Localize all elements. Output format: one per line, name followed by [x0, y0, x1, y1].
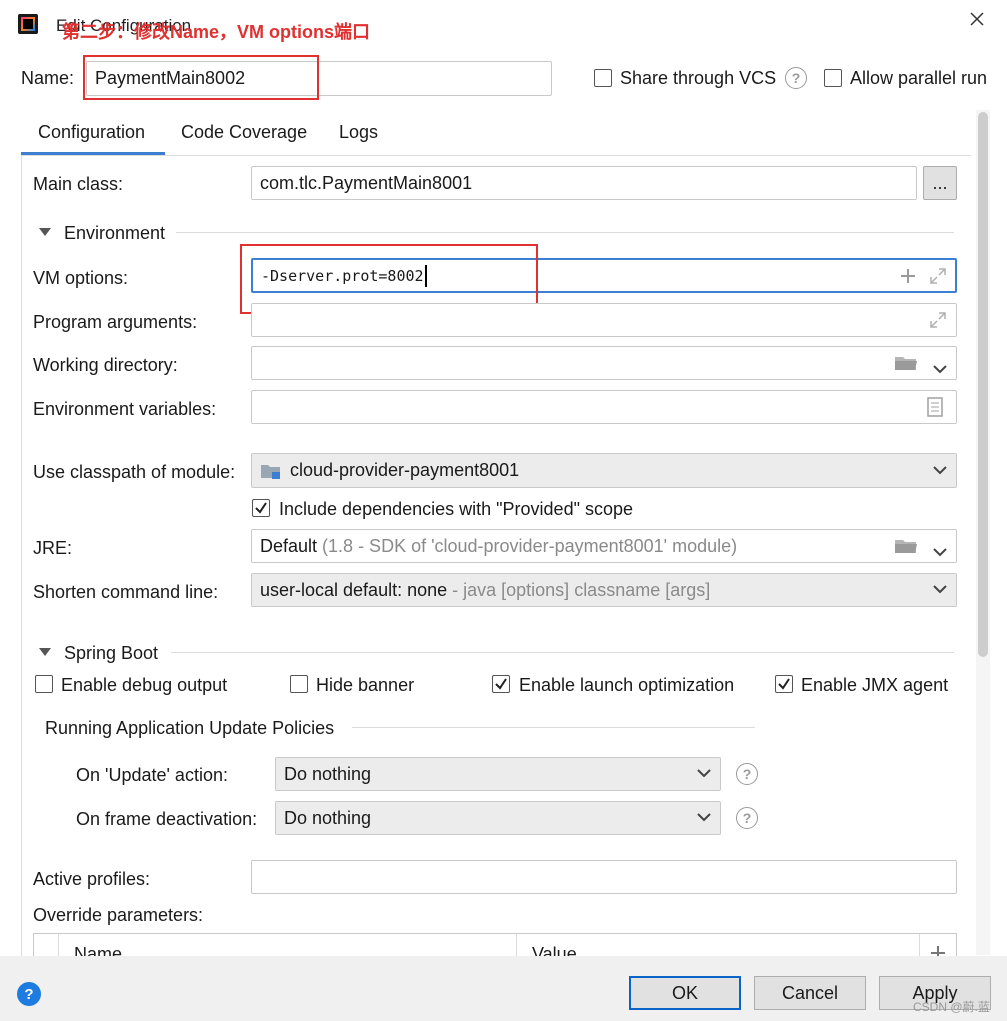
- hide-banner-label: Hide banner: [316, 675, 415, 695]
- text-cursor: [424, 264, 427, 287]
- module-icon: [260, 462, 282, 480]
- jre-label: JRE:: [33, 538, 73, 558]
- chevron-down-icon: [697, 813, 711, 822]
- active-profiles-field[interactable]: [251, 860, 957, 894]
- environment-collapse-icon[interactable]: [39, 228, 51, 236]
- jre-value: Default: [260, 535, 318, 556]
- on-frame-help-icon[interactable]: ?: [736, 807, 758, 829]
- enable-debug-label: Enable debug output: [61, 675, 228, 695]
- classpath-value: cloud-provider-payment8001: [290, 460, 520, 480]
- vm-options-label: VM options:: [33, 268, 129, 288]
- spring-boot-header[interactable]: Spring Boot: [64, 643, 158, 664]
- add-icon[interactable]: [900, 268, 916, 284]
- shorten-label: Shorten command line:: [33, 582, 219, 602]
- update-policies-divider: [352, 727, 755, 728]
- env-vars-field[interactable]: [251, 390, 957, 424]
- document-icon[interactable]: [926, 397, 944, 417]
- enable-jmx-checkbox[interactable]: [775, 675, 793, 693]
- on-update-value: Do nothing: [284, 763, 372, 784]
- jre-folder-icon[interactable]: [894, 537, 918, 555]
- spring-boot-collapse-icon[interactable]: [39, 648, 51, 656]
- classpath-combo[interactable]: cloud-provider-payment8001: [251, 453, 957, 488]
- folder-icon[interactable]: [894, 354, 918, 372]
- annotation-text: 第二步：修改Name，VM options端口: [62, 22, 371, 42]
- chevron-down-icon: [933, 585, 947, 594]
- program-args-expand-icon[interactable]: [928, 310, 948, 330]
- on-frame-value: Do nothing: [284, 807, 372, 828]
- shorten-value: user-local default: none: [260, 579, 448, 600]
- environment-divider: [176, 232, 954, 233]
- shorten-hint: - java [options] classname [args]: [452, 579, 711, 600]
- vm-options-field[interactable]: -Dserver.prot=8002: [251, 258, 957, 293]
- hide-banner-checkbox[interactable]: [290, 675, 308, 693]
- program-args-field[interactable]: [251, 303, 957, 337]
- app-logo-icon: [18, 14, 38, 34]
- allow-parallel-label: Allow parallel run: [850, 68, 988, 88]
- share-vcs-checkbox[interactable]: [594, 69, 612, 87]
- classpath-label: Use classpath of module:: [33, 462, 236, 482]
- on-frame-label: On frame deactivation:: [76, 809, 258, 829]
- table-gutter: [34, 934, 59, 957]
- on-frame-combo[interactable]: Do nothing: [275, 801, 721, 835]
- enable-launch-opt-checkbox[interactable]: [492, 675, 510, 693]
- enable-jmx-label: Enable JMX agent: [801, 675, 949, 695]
- working-dir-field[interactable]: [251, 346, 957, 380]
- help-icon[interactable]: ?: [17, 982, 41, 1006]
- override-params-table: Name Value: [33, 933, 957, 957]
- include-deps-checkbox[interactable]: [252, 499, 270, 517]
- jre-dropdown-icon[interactable]: [932, 541, 948, 557]
- chevron-down-icon: [933, 465, 947, 474]
- expand-icon[interactable]: [928, 266, 948, 286]
- name-field[interactable]: PaymentMain8002: [86, 61, 552, 96]
- working-dir-dropdown-icon[interactable]: [932, 358, 948, 374]
- override-params-label: Override parameters:: [33, 905, 204, 925]
- enable-launch-opt-label: Enable launch optimization: [519, 675, 735, 695]
- browse-button[interactable]: ...: [923, 166, 957, 200]
- ok-button[interactable]: OK: [629, 976, 741, 1010]
- chevron-down-icon: [697, 769, 711, 778]
- working-dir-label: Working directory:: [33, 355, 178, 375]
- on-update-label: On 'Update' action:: [76, 765, 228, 785]
- share-vcs-label: Share through VCS: [620, 68, 777, 88]
- include-deps-label: Include dependencies with "Provided" sco…: [279, 499, 634, 519]
- table-add-divider: [919, 934, 920, 957]
- table-col-divider: [516, 934, 517, 957]
- tab-configuration[interactable]: Configuration: [38, 122, 145, 143]
- share-vcs-help-icon[interactable]: ?: [785, 67, 807, 89]
- environment-header[interactable]: Environment: [64, 223, 165, 244]
- jre-hint: (1.8 - SDK of 'cloud-provider-payment800…: [322, 535, 738, 556]
- main-class-label: Main class:: [33, 174, 124, 194]
- update-policies-header: Running Application Update Policies: [45, 718, 335, 738]
- on-update-combo[interactable]: Do nothing: [275, 757, 721, 791]
- jre-combo[interactable]: Default (1.8 - SDK of 'cloud-provider-pa…: [251, 529, 957, 563]
- env-vars-label: Environment variables:: [33, 399, 217, 419]
- spring-boot-divider: [171, 652, 954, 653]
- on-update-help-icon[interactable]: ?: [736, 763, 758, 785]
- close-icon[interactable]: [966, 8, 988, 30]
- shorten-combo[interactable]: user-local default: none - java [options…: [251, 573, 957, 607]
- main-class-field[interactable]: com.tlc.PaymentMain8001: [251, 166, 917, 200]
- allow-parallel-checkbox[interactable]: [824, 69, 842, 87]
- tab-code-coverage[interactable]: Code Coverage: [181, 122, 307, 143]
- active-profiles-label: Active profiles:: [33, 869, 151, 889]
- tab-logs[interactable]: Logs: [339, 122, 378, 143]
- vm-options-value: -Dserver.prot=8002: [261, 266, 424, 285]
- enable-debug-checkbox[interactable]: [35, 675, 53, 693]
- scrollbar-thumb[interactable]: [978, 112, 988, 657]
- watermark: CSDN @蔚.蓝: [913, 1000, 990, 1014]
- name-label: Name:: [21, 68, 75, 88]
- cancel-button[interactable]: Cancel: [754, 976, 866, 1010]
- program-args-label: Program arguments:: [33, 312, 198, 332]
